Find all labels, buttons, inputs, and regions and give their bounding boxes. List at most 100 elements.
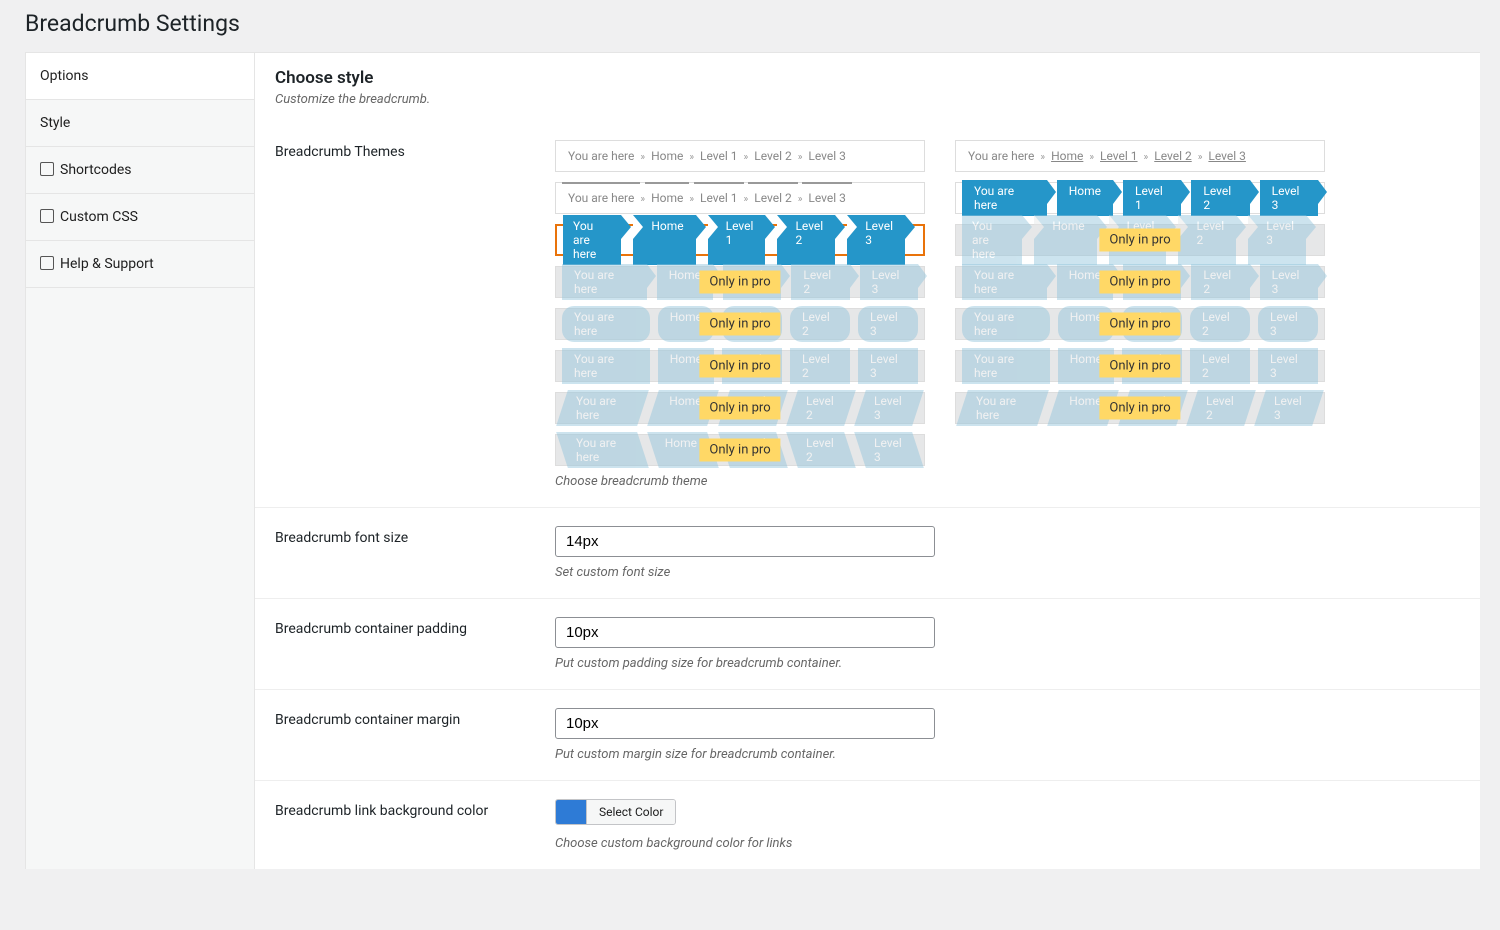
breadcrumb-item: Level 1	[1094, 149, 1144, 163]
breadcrumb-item: You are here	[556, 390, 649, 426]
theme-option-3[interactable]: You are here»Home»Level 1»Level 2»Level …	[555, 182, 925, 214]
breadcrumb-item: Level 1	[1123, 180, 1181, 216]
field-label: Breadcrumb container margin	[275, 708, 555, 762]
tab-label: Help & Support	[60, 256, 154, 272]
tab-shortcodes[interactable]: Shortcodes	[26, 147, 254, 194]
themes-grid: You are here»Home»Level 1»Level 2»Level …	[555, 140, 1460, 466]
section-header: Choose style Customize the breadcrumb.	[255, 53, 1480, 122]
breadcrumb-item: Level 3	[858, 348, 918, 384]
theme-option-14: You are hereHomeLevel 1Level 2Level 3Onl…	[955, 392, 1325, 424]
section-title: Choose style	[275, 68, 1460, 88]
tab-label: Options	[40, 68, 88, 84]
breadcrumb-item: Level 3	[858, 306, 918, 342]
pro-badge: Only in pro	[699, 355, 780, 378]
breadcrumb-item: Level 3	[854, 390, 924, 426]
breadcrumb-item: Level 2	[748, 149, 798, 163]
breadcrumb-item: Level 2	[1191, 264, 1249, 300]
breadcrumb-item: You are here	[962, 264, 1047, 300]
breadcrumb-item: Level 3	[1260, 264, 1318, 300]
select-color-button[interactable]: Select Color	[586, 800, 675, 824]
breadcrumb-item: You are here	[562, 348, 650, 384]
tab-help-support[interactable]: Help & Support	[26, 241, 254, 288]
breadcrumb-item: Home	[1057, 180, 1113, 216]
breadcrumb-item: Home	[1034, 215, 1096, 265]
breadcrumb-item: Level 2	[1191, 180, 1249, 216]
breadcrumb-item: Level 2	[786, 390, 856, 426]
theme-option-9: You are hereHomeLevel 1Level 2Level 3Onl…	[555, 308, 925, 340]
color-picker[interactable]: Select Color	[555, 799, 676, 825]
padding-input[interactable]	[555, 617, 935, 648]
theme-option-13: You are hereHomeLevel 1Level 2Level 3Onl…	[555, 392, 925, 424]
tab-label: Custom CSS	[60, 209, 138, 225]
tab-custom-css[interactable]: Custom CSS	[26, 194, 254, 241]
breadcrumb-item: Level 3	[1202, 149, 1252, 163]
tab-label: Shortcodes	[60, 162, 132, 178]
theme-option-1[interactable]: You are here»Home»Level 1»Level 2»Level …	[555, 140, 925, 172]
breadcrumb-item: You are here	[962, 348, 1050, 384]
field-label: Breadcrumb link background color	[275, 799, 555, 851]
pro-badge: Only in pro	[1099, 229, 1180, 252]
breadcrumb-item: Level 2	[1190, 348, 1250, 384]
tab-label: Style	[40, 115, 70, 131]
theme-option-11: You are hereHomeLevel 1Level 2Level 3Onl…	[555, 350, 925, 382]
breadcrumb-item: You are here	[563, 215, 621, 265]
theme-option-5[interactable]: You are hereHomeLevel 1Level 2Level 3	[555, 224, 925, 256]
breadcrumb-item: Level 1	[694, 191, 744, 205]
settings-content: Choose style Customize the breadcrumb. B…	[255, 52, 1480, 869]
theme-option-6: You are hereHomeLevel 1Level 2Level 3Onl…	[955, 224, 1325, 256]
field-label: Breadcrumb font size	[275, 526, 555, 580]
field-container-margin: Breadcrumb container margin Put custom m…	[255, 689, 1480, 780]
breadcrumb-item: Level 1	[708, 215, 766, 265]
margin-input[interactable]	[555, 708, 935, 739]
field-label: Breadcrumb Themes	[275, 140, 555, 489]
pro-badge: Only in pro	[699, 397, 780, 420]
field-font-size: Breadcrumb font size Set custom font siz…	[255, 507, 1480, 598]
breadcrumb-item: Level 2	[748, 191, 798, 205]
breadcrumb-item: Level 3	[802, 191, 852, 205]
pro-badge: Only in pro	[1099, 313, 1180, 336]
field-label: Breadcrumb container padding	[275, 617, 555, 671]
breadcrumb-item: Level 1	[694, 149, 744, 163]
theme-option-2[interactable]: You are here»Home»Level 1»Level 2»Level …	[955, 140, 1325, 172]
breadcrumb-item: You are here	[562, 264, 647, 300]
pro-badge: Only in pro	[1099, 271, 1180, 294]
breadcrumb-item: Level 3	[860, 264, 918, 300]
breadcrumb-item: Level 2	[1178, 215, 1236, 265]
field-help: Set custom font size	[555, 565, 1460, 580]
breadcrumb-item: You are here	[562, 191, 640, 205]
breadcrumb-item: Level 3	[1258, 306, 1318, 342]
breadcrumb-item: Home	[1045, 149, 1089, 163]
tab-style[interactable]: Style	[26, 100, 254, 147]
tab-options[interactable]: Options	[26, 53, 254, 100]
theme-option-15: You are hereHomeLevel 1Level 2Level 3Onl…	[555, 434, 925, 466]
theme-option-10: You are hereHomeLevel 1Level 2Level 3Onl…	[955, 308, 1325, 340]
breadcrumb-item: You are here	[962, 215, 1022, 265]
pro-badge: Only in pro	[1099, 397, 1180, 420]
field-link-bg-color: Breadcrumb link background color Select …	[255, 780, 1480, 869]
tab-icon	[40, 256, 54, 270]
breadcrumb-item: You are here	[962, 306, 1050, 342]
breadcrumb-item: Level 2	[1148, 149, 1198, 163]
tab-icon	[40, 209, 54, 223]
theme-option-4[interactable]: You are hereHomeLevel 1Level 2Level 3	[955, 182, 1325, 214]
breadcrumb-item: Home	[645, 191, 689, 205]
field-container-padding: Breadcrumb container padding Put custom …	[255, 598, 1480, 689]
field-help: Put custom padding size for breadcrumb c…	[555, 656, 1460, 671]
breadcrumb-item: Home	[645, 149, 689, 163]
theme-option-12: You are hereHomeLevel 1Level 2Level 3Onl…	[955, 350, 1325, 382]
settings-tabs: Options Style Shortcodes Custom CSS Help & S…	[25, 52, 255, 869]
field-breadcrumb-themes: Breadcrumb Themes You are here»Home»Leve…	[255, 122, 1480, 507]
breadcrumb-item: Level 3	[1254, 390, 1324, 426]
theme-option-8: You are hereHomeLevel 1Level 2Level 3Onl…	[955, 266, 1325, 298]
pro-badge: Only in pro	[699, 313, 780, 336]
breadcrumb-item: Level 3	[1248, 215, 1306, 265]
breadcrumb-item: Level 2	[777, 215, 835, 265]
pro-badge: Only in pro	[699, 271, 780, 294]
field-help: Choose breadcrumb theme	[555, 474, 1460, 489]
font-size-input[interactable]	[555, 526, 935, 557]
breadcrumb-item: Level 2	[791, 264, 849, 300]
breadcrumb-item: You are here	[956, 390, 1049, 426]
field-help: Put custom margin size for breadcrumb co…	[555, 747, 1460, 762]
color-swatch[interactable]	[556, 800, 586, 824]
breadcrumb-item: Home	[633, 215, 695, 265]
